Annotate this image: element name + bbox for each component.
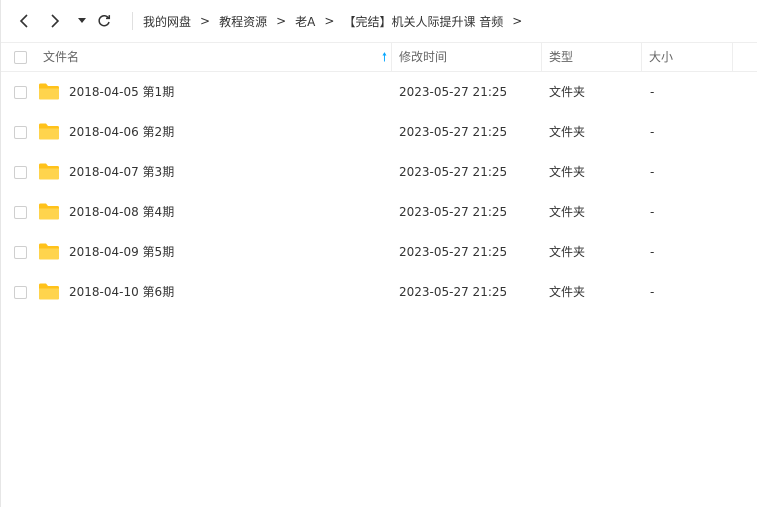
file-size: - (650, 205, 655, 219)
row-checkbox[interactable] (14, 206, 27, 219)
column-header-size[interactable]: 大小 (642, 43, 733, 72)
file-name: 2018-04-08 第4期 (69, 205, 175, 219)
breadcrumb-separator: > (324, 14, 335, 28)
column-header-size-label: 大小 (649, 50, 674, 64)
folder-icon (39, 243, 59, 260)
table-row[interactable]: 2018-04-07 第3期 2023-05-27 21:25 文件夹 - (1, 152, 757, 192)
table-row[interactable]: 2018-04-05 第1期 2023-05-27 21:25 文件夹 - (1, 72, 757, 112)
file-list-header: 文件名 🠕 修改时间 类型 大小 (1, 42, 757, 72)
breadcrumb-item-current[interactable]: 【完结】机关人际提升课 音频 (343, 13, 503, 30)
file-modified: 2023-05-27 21:25 (399, 125, 508, 139)
file-name: 2018-04-07 第3期 (69, 165, 175, 179)
table-row[interactable]: 2018-04-09 第5期 2023-05-27 21:25 文件夹 - (1, 232, 757, 272)
history-dropdown-button[interactable] (75, 10, 89, 32)
sort-ascending-icon: 🠕 (381, 50, 387, 64)
file-manager-window: 我的网盘 > 教程资源 > 老A > 【完结】机关人际提升课 音频 > 文件名 … (0, 0, 757, 507)
file-size: - (650, 85, 655, 99)
file-size: - (650, 285, 655, 299)
file-type: 文件夹 (549, 125, 586, 139)
folder-icon (39, 163, 59, 180)
table-row[interactable]: 2018-04-08 第4期 2023-05-27 21:25 文件夹 - (1, 192, 757, 232)
table-row[interactable]: 2018-04-06 第2期 2023-05-27 21:25 文件夹 - (1, 112, 757, 152)
column-header-modified[interactable]: 修改时间 (392, 43, 542, 72)
breadcrumb-separator: > (200, 14, 211, 28)
breadcrumb-item[interactable]: 我的网盘 (143, 13, 191, 30)
forward-button[interactable] (44, 10, 66, 32)
row-checkbox[interactable] (14, 86, 27, 99)
breadcrumb-item[interactable]: 教程资源 (219, 13, 267, 30)
chevron-left-icon (19, 14, 28, 28)
column-header-type-label: 类型 (549, 50, 574, 64)
file-modified: 2023-05-27 21:25 (399, 245, 508, 259)
file-type: 文件夹 (549, 245, 586, 259)
breadcrumb-separator[interactable]: > (512, 14, 522, 28)
breadcrumb-item[interactable]: 老A (295, 13, 315, 30)
folder-icon (39, 123, 59, 140)
refresh-icon (98, 14, 111, 27)
back-button[interactable] (13, 10, 35, 32)
file-modified: 2023-05-27 21:25 (399, 285, 508, 299)
file-list: 2018-04-05 第1期 2023-05-27 21:25 文件夹 - 20… (1, 72, 757, 312)
column-header-type[interactable]: 类型 (542, 43, 642, 72)
file-modified: 2023-05-27 21:25 (399, 85, 508, 99)
row-checkbox[interactable] (14, 166, 27, 179)
file-modified: 2023-05-27 21:25 (399, 165, 508, 179)
folder-icon (39, 83, 59, 100)
breadcrumb: 我的网盘 > 教程资源 > 老A > 【完结】机关人际提升课 音频 > (143, 13, 531, 30)
table-row[interactable]: 2018-04-10 第6期 2023-05-27 21:25 文件夹 - (1, 272, 757, 312)
breadcrumb-separator: > (276, 14, 287, 28)
file-size: - (650, 245, 655, 259)
row-checkbox[interactable] (14, 286, 27, 299)
file-size: - (650, 165, 655, 179)
navigation-bar: 我的网盘 > 教程资源 > 老A > 【完结】机关人际提升课 音频 > (1, 0, 757, 42)
file-name: 2018-04-05 第1期 (69, 85, 175, 99)
file-name: 2018-04-10 第6期 (69, 285, 175, 299)
folder-icon (39, 283, 59, 300)
folder-icon (39, 203, 59, 220)
column-header-name-label: 文件名 (43, 50, 80, 64)
chevron-right-icon (51, 14, 60, 28)
file-modified: 2023-05-27 21:25 (399, 205, 508, 219)
column-header-modified-label: 修改时间 (399, 50, 448, 64)
refresh-button[interactable] (93, 10, 115, 32)
nav-divider (132, 12, 133, 30)
file-name: 2018-04-09 第5期 (69, 245, 175, 259)
file-type: 文件夹 (549, 285, 586, 299)
file-type: 文件夹 (549, 85, 586, 99)
caret-down-icon (78, 18, 86, 23)
file-size: - (650, 125, 655, 139)
row-checkbox[interactable] (14, 246, 27, 259)
file-type: 文件夹 (549, 165, 586, 179)
file-name: 2018-04-06 第2期 (69, 125, 175, 139)
row-checkbox[interactable] (14, 126, 27, 139)
column-header-name[interactable]: 文件名 🠕 (1, 43, 392, 72)
file-type: 文件夹 (549, 205, 586, 219)
